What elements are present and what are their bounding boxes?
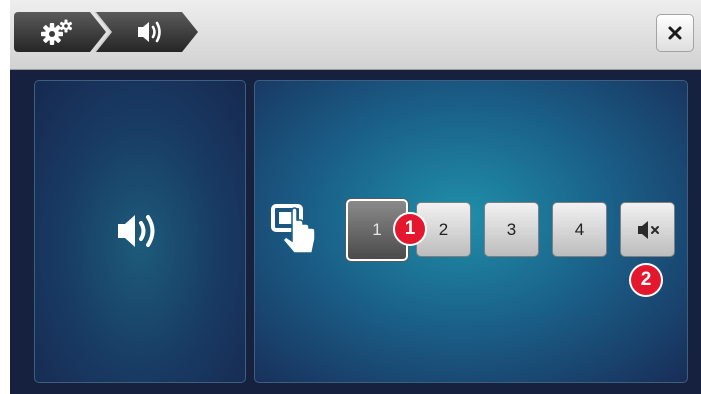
breadcrumb-settings[interactable] (14, 12, 106, 52)
volume-level-label: 4 (574, 219, 585, 239)
volume-level-label: 2 (438, 219, 449, 239)
gears-icon (14, 12, 106, 52)
close-button[interactable] (656, 14, 694, 52)
settings-window: 1 2 3 4 1 2 (0, 0, 701, 394)
touch-screen-icon (271, 204, 316, 254)
volume-level-3-button[interactable]: 3 (484, 202, 539, 257)
annotation-badge-1: 1 (393, 212, 427, 246)
volume-level-4-button[interactable]: 4 (552, 202, 607, 257)
speaker-volume-icon (118, 215, 155, 247)
speaker-mute-icon (637, 220, 659, 239)
mute-button[interactable] (620, 202, 675, 257)
close-icon (668, 26, 682, 40)
volume-level-label: 3 (506, 219, 517, 239)
volume-level-label: 1 (372, 220, 382, 239)
annotation-badge-2: 2 (629, 263, 663, 297)
